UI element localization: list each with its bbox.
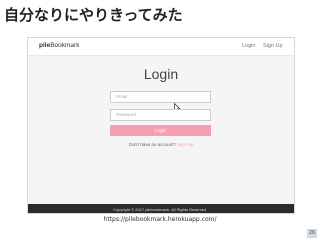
footer-copyright: Copyright © 2017 pilebookmark. All Right… <box>28 204 294 213</box>
page-number-badge: 26 <box>307 229 317 238</box>
signup-prompt-text: Don't have an account? <box>128 142 176 147</box>
login-button[interactable]: Login <box>110 125 211 136</box>
signup-prompt: Don't have an account? Sign Up <box>28 142 294 147</box>
login-page: Login Email Password Login Don't have an… <box>28 56 294 204</box>
url-caption: https://pilebookmark.herokuapp.com/ <box>103 216 217 223</box>
page-title: Login <box>143 66 179 82</box>
brand-name-bold: pile <box>39 42 51 49</box>
signup-link[interactable]: Sign Up <box>177 142 193 147</box>
email-field[interactable]: Email <box>110 91 211 103</box>
nav-signup-link[interactable]: Sign Up <box>263 43 283 49</box>
app-screenshot: pileBookmark Login Sign Up Login Email P… <box>27 37 295 214</box>
brand-logo[interactable]: pileBookmark <box>39 42 79 49</box>
slide-title: 自分なりにやりきってみた <box>4 6 183 24</box>
navbar: pileBookmark Login Sign Up <box>28 38 294 56</box>
brand-name-rest: Bookmark <box>50 42 80 49</box>
nav-login-link[interactable]: Login <box>242 43 255 49</box>
password-field[interactable]: Password <box>110 109 211 121</box>
